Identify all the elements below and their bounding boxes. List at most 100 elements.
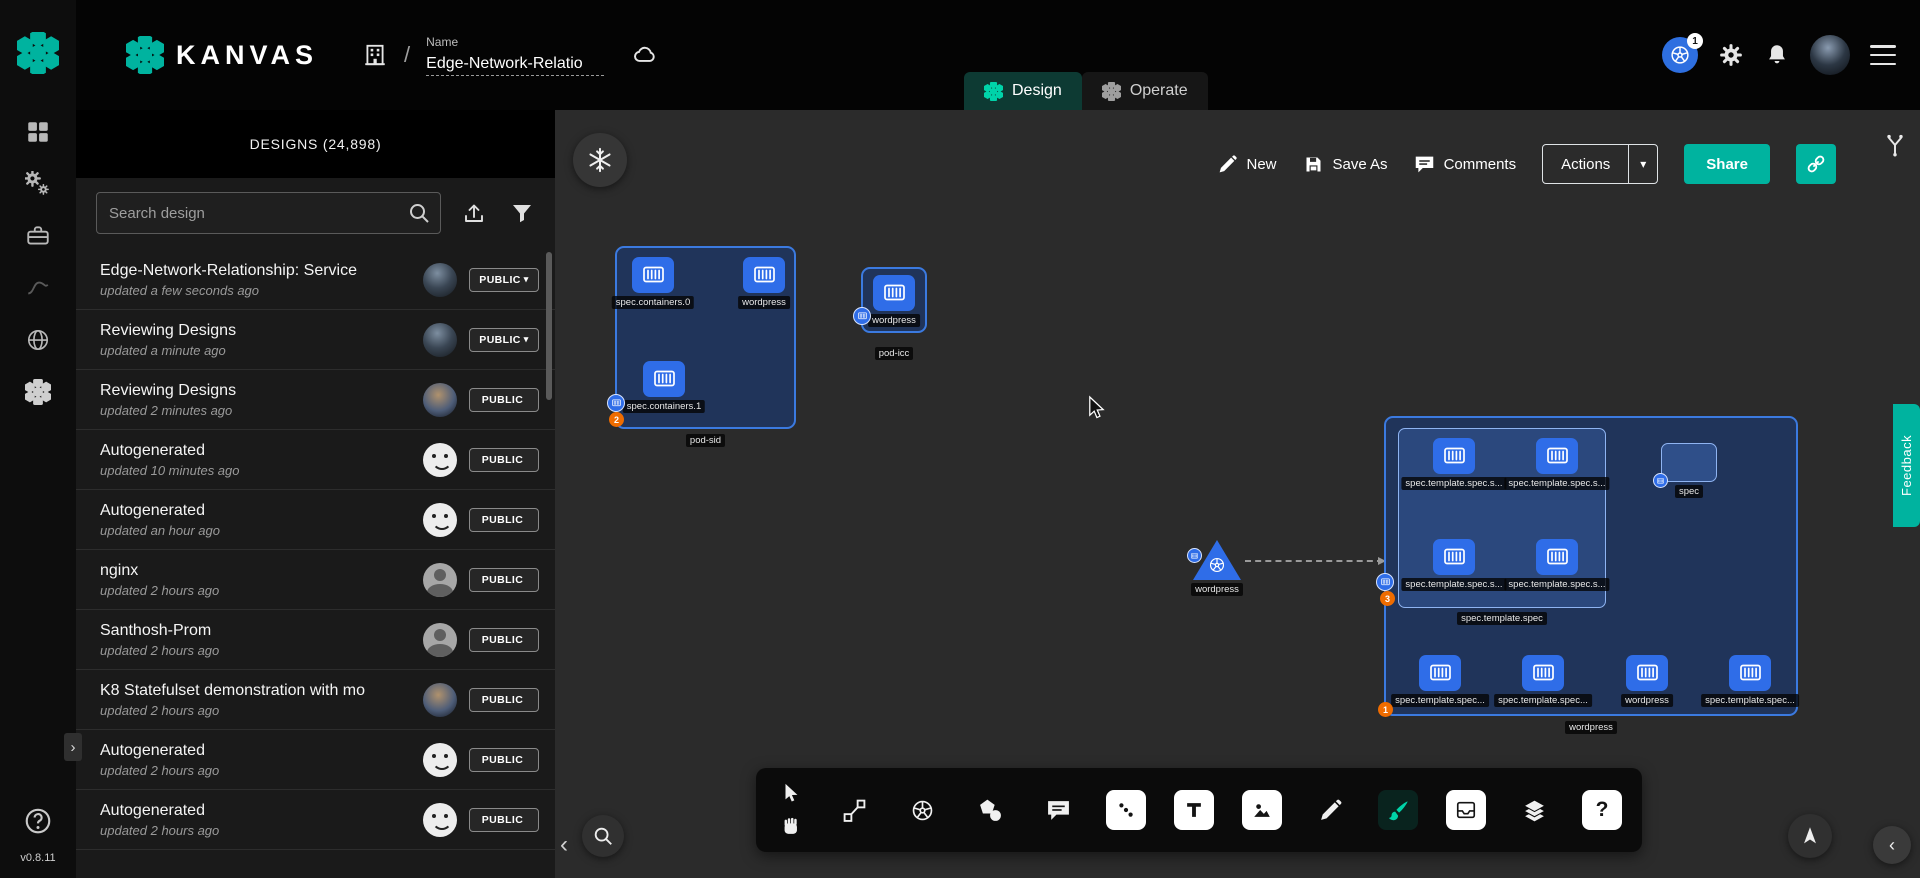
visibility-badge[interactable]: PUBLIC xyxy=(469,688,539,712)
design-list-item[interactable]: nginx updated 2 hours ago PUBLIC xyxy=(76,550,555,610)
scrollbar[interactable] xyxy=(546,252,552,400)
help-button[interactable] xyxy=(23,806,53,836)
container-node[interactable]: spec.template.spec.s... xyxy=(1433,539,1475,575)
nav-lifecycle[interactable] xyxy=(16,162,60,206)
import-design-button[interactable] xyxy=(459,198,489,228)
visibility-badge[interactable]: PUBLIC▾ xyxy=(469,268,539,292)
container-node[interactable]: spec.template.spec.s... xyxy=(1536,539,1578,575)
design-updated: updated 2 hours ago xyxy=(100,703,413,718)
container-label: spec.template.spec.s... xyxy=(1504,477,1609,490)
kanvas-logo-icon[interactable] xyxy=(17,32,59,74)
design-updated: updated 2 hours ago xyxy=(100,583,413,598)
design-list-item[interactable]: Edge-Network-Relationship: Service updat… xyxy=(76,250,555,310)
design-list-item[interactable]: Autogenerated updated 2 hours ago PUBLIC xyxy=(76,730,555,790)
design-list-item[interactable]: Reviewing Designs updated a minute ago P… xyxy=(76,310,555,370)
container-node[interactable]: wordpress xyxy=(873,275,915,311)
menu-button[interactable] xyxy=(1870,45,1896,65)
design-list-item[interactable]: Reviewing Designs updated 2 minutes ago … xyxy=(76,370,555,430)
actions-button[interactable]: Actions ▾ xyxy=(1542,144,1658,184)
visibility-badge[interactable]: PUBLIC xyxy=(469,808,539,832)
designs-panel-title: DESIGNS (24,898) xyxy=(76,110,555,178)
drawer-tool[interactable] xyxy=(1446,790,1486,830)
name-label: Name xyxy=(426,35,604,49)
design-updated: updated 2 hours ago xyxy=(100,763,413,778)
versions-button[interactable] xyxy=(1882,132,1908,158)
filter-button[interactable] xyxy=(507,198,537,228)
design-canvas[interactable]: New Save As Comments Actions ▾ Share 2 xyxy=(555,110,1920,878)
template-spec-group[interactable]: spec.template.spec.s... spec.template.sp… xyxy=(1398,428,1606,625)
draw-tool[interactable] xyxy=(1378,790,1418,830)
relationship-edge[interactable] xyxy=(1245,560,1383,562)
visibility-badge[interactable]: PUBLIC xyxy=(469,388,539,412)
chevron-down-icon[interactable]: ▾ xyxy=(1629,157,1657,171)
comment-tool[interactable] xyxy=(1038,790,1078,830)
nav-configuration[interactable] xyxy=(16,214,60,258)
container-node[interactable]: spec.containers.1 xyxy=(643,361,685,397)
visibility-badge[interactable]: PUBLIC xyxy=(469,568,539,592)
search-input[interactable] xyxy=(96,192,441,234)
nav-performance[interactable] xyxy=(16,266,60,310)
container-label: spec.template.spec... xyxy=(1494,694,1592,707)
design-list-item[interactable]: Autogenerated updated 10 minutes ago PUB… xyxy=(76,430,555,490)
container-node[interactable]: spec.template.spec.s... xyxy=(1536,438,1578,474)
recenter-button[interactable] xyxy=(1788,814,1832,858)
feedback-button[interactable]: Feedback xyxy=(1893,404,1920,527)
pod-node[interactable]: 2 spec.containers.0 wordpress spec.conta… xyxy=(615,246,796,447)
zoom-button[interactable] xyxy=(582,815,624,857)
design-list-item[interactable]: Autogenerated updated 2 hours ago PUBLIC xyxy=(76,790,555,850)
collapse-panel-button[interactable]: ‹ xyxy=(555,828,573,862)
relationship-tool[interactable] xyxy=(834,790,874,830)
visibility-badge[interactable]: PUBLIC xyxy=(469,448,539,472)
container-node[interactable]: spec.template.spec.s... xyxy=(1433,438,1475,474)
design-list-item[interactable]: K8 Statefulset demonstration with mo upd… xyxy=(76,670,555,730)
visibility-badge[interactable]: PUBLIC xyxy=(469,748,539,772)
nav-kanvas[interactable] xyxy=(16,370,60,414)
container-node[interactable]: wordpress xyxy=(1626,655,1668,691)
container-node[interactable]: spec.containers.0 xyxy=(632,257,674,293)
design-name-input[interactable] xyxy=(426,53,604,76)
design-list-item[interactable]: Autogenerated updated an hour ago PUBLIC xyxy=(76,490,555,550)
pen-tool[interactable] xyxy=(1310,790,1350,830)
visibility-badge[interactable]: PUBLIC xyxy=(469,628,539,652)
service-node[interactable]: wordpress xyxy=(1193,540,1241,596)
visibility-badge[interactable]: PUBLIC▾ xyxy=(469,328,539,352)
notifications-button[interactable] xyxy=(1764,42,1790,68)
share-button[interactable]: Share xyxy=(1684,144,1770,184)
settings-button[interactable] xyxy=(1718,42,1744,68)
spec-node[interactable]: spec xyxy=(1661,443,1717,498)
container-node[interactable]: spec.template.spec... xyxy=(1729,655,1771,691)
text-tool[interactable] xyxy=(1174,790,1214,830)
organization-icon[interactable] xyxy=(362,42,388,68)
pan-tool[interactable] xyxy=(776,812,806,842)
pod-node[interactable]: wordpress pod-icc xyxy=(861,267,927,360)
expand-tray-button[interactable]: ‹ xyxy=(1873,826,1911,864)
header-actions: 1 xyxy=(1662,0,1896,110)
save-as-button[interactable]: Save As xyxy=(1303,154,1388,175)
container-node[interactable]: wordpress xyxy=(743,257,785,293)
search-icon[interactable] xyxy=(407,201,431,225)
copy-link-button[interactable] xyxy=(1796,144,1836,184)
user-avatar[interactable] xyxy=(1810,35,1850,75)
container-node[interactable]: spec.template.spec... xyxy=(1522,655,1564,691)
widgets-tool[interactable] xyxy=(1106,790,1146,830)
tab-design[interactable]: Design xyxy=(964,72,1082,110)
container-icon xyxy=(1544,444,1571,468)
media-tool[interactable] xyxy=(1242,790,1282,830)
select-tool[interactable] xyxy=(776,778,806,808)
expand-rail-button[interactable]: › xyxy=(64,733,82,761)
visibility-badge[interactable]: PUBLIC xyxy=(469,508,539,532)
kubernetes-tool[interactable] xyxy=(902,790,942,830)
help-tool[interactable]: ? xyxy=(1582,790,1622,830)
connections-button[interactable]: 1 xyxy=(1662,37,1698,73)
design-list-item[interactable]: Santhosh-Prom updated 2 hours ago PUBLIC xyxy=(76,610,555,670)
comments-button[interactable]: Comments xyxy=(1414,154,1517,175)
nav-extensions[interactable] xyxy=(16,318,60,362)
new-button[interactable]: New xyxy=(1217,154,1277,175)
nav-dashboard[interactable] xyxy=(16,110,60,154)
container-node[interactable]: spec.template.spec... xyxy=(1419,655,1461,691)
tab-operate[interactable]: Operate xyxy=(1082,72,1208,110)
deployment-node[interactable]: 3 1 spec.template.spec.s... spec.templat… xyxy=(1384,416,1798,734)
shapes-tool[interactable] xyxy=(970,790,1010,830)
freeze-layout-button[interactable] xyxy=(573,133,627,187)
layers-tool[interactable] xyxy=(1514,790,1554,830)
